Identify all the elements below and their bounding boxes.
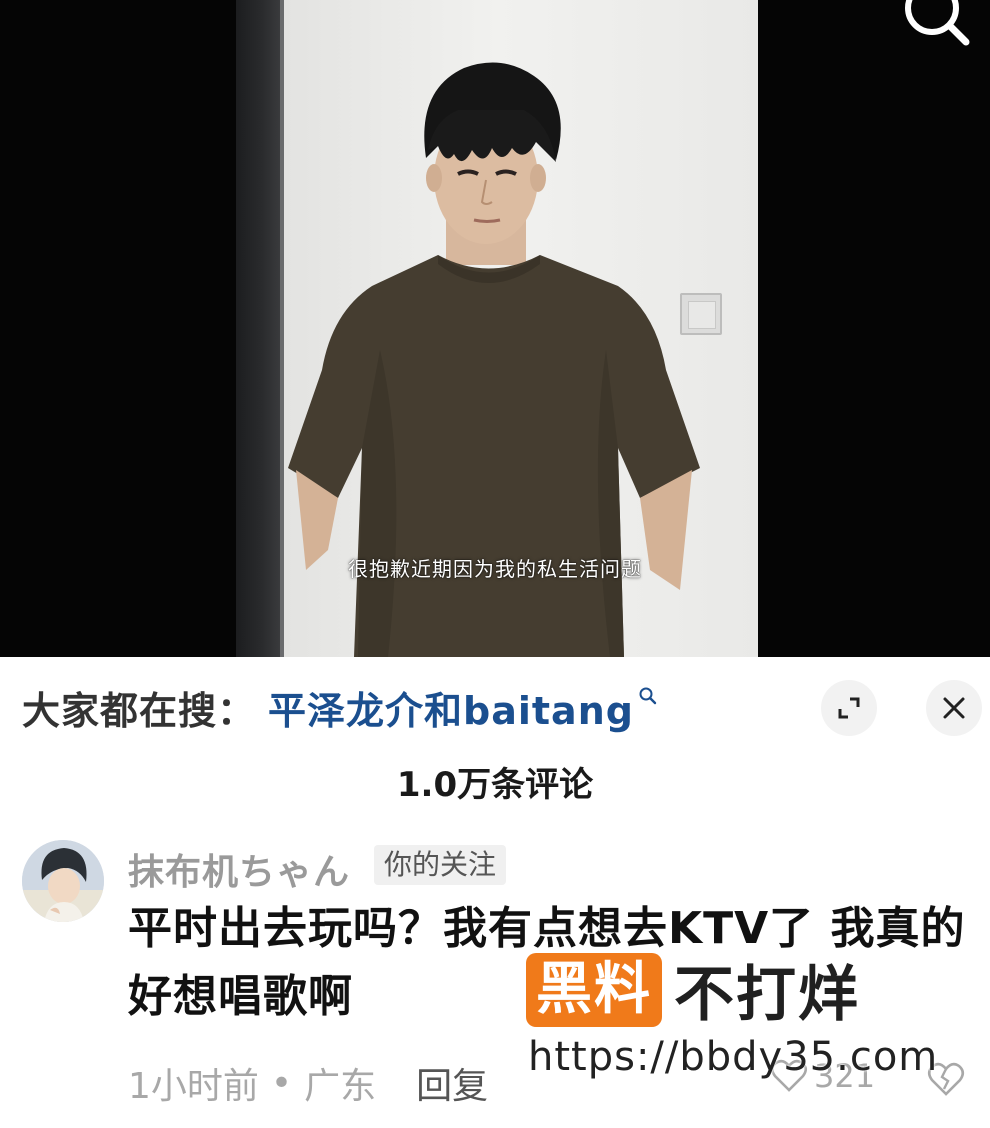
search-icon[interactable] [900, 0, 972, 48]
following-badge: 你的关注 [374, 845, 507, 885]
video-subtitle: 很抱歉近期因为我的私生活问题 [348, 557, 642, 581]
search-suggestion[interactable]: 大家都在搜： 平泽龙介和baitang [22, 677, 658, 737]
comment-location: 广东 [304, 1066, 377, 1107]
search-icon [639, 687, 657, 705]
video-player[interactable]: 很抱歉近期因为我的私生活问题 [0, 0, 990, 657]
expand-icon [838, 697, 860, 719]
comment-meta: 1小时前 • 广东 回复 [128, 1057, 488, 1109]
reply-button[interactable]: 回复 [416, 1057, 488, 1109]
comment-time: 1小时前 [128, 1066, 259, 1107]
expand-button[interactable] [821, 680, 877, 736]
avatar[interactable] [22, 840, 104, 922]
watermark-url: https://bbdy35.com [528, 1034, 939, 1080]
meta-separator: • [270, 1062, 293, 1104]
suggestion-prefix: 大家都在搜： [22, 688, 257, 733]
watermark-logo: 黑料 不打烊 [526, 946, 860, 1033]
close-button[interactable] [926, 680, 982, 736]
close-icon [943, 697, 965, 719]
comment-username[interactable]: 抹布机ちゃん [128, 843, 350, 895]
comment-count-title: 1.0万条评论 [396, 765, 594, 805]
watermark-text: 不打烊 [674, 960, 860, 1030]
watermark-box-text: 黑料 [526, 952, 662, 1027]
suggestion-term-link[interactable]: 平泽龙介和baitang [268, 680, 634, 735]
